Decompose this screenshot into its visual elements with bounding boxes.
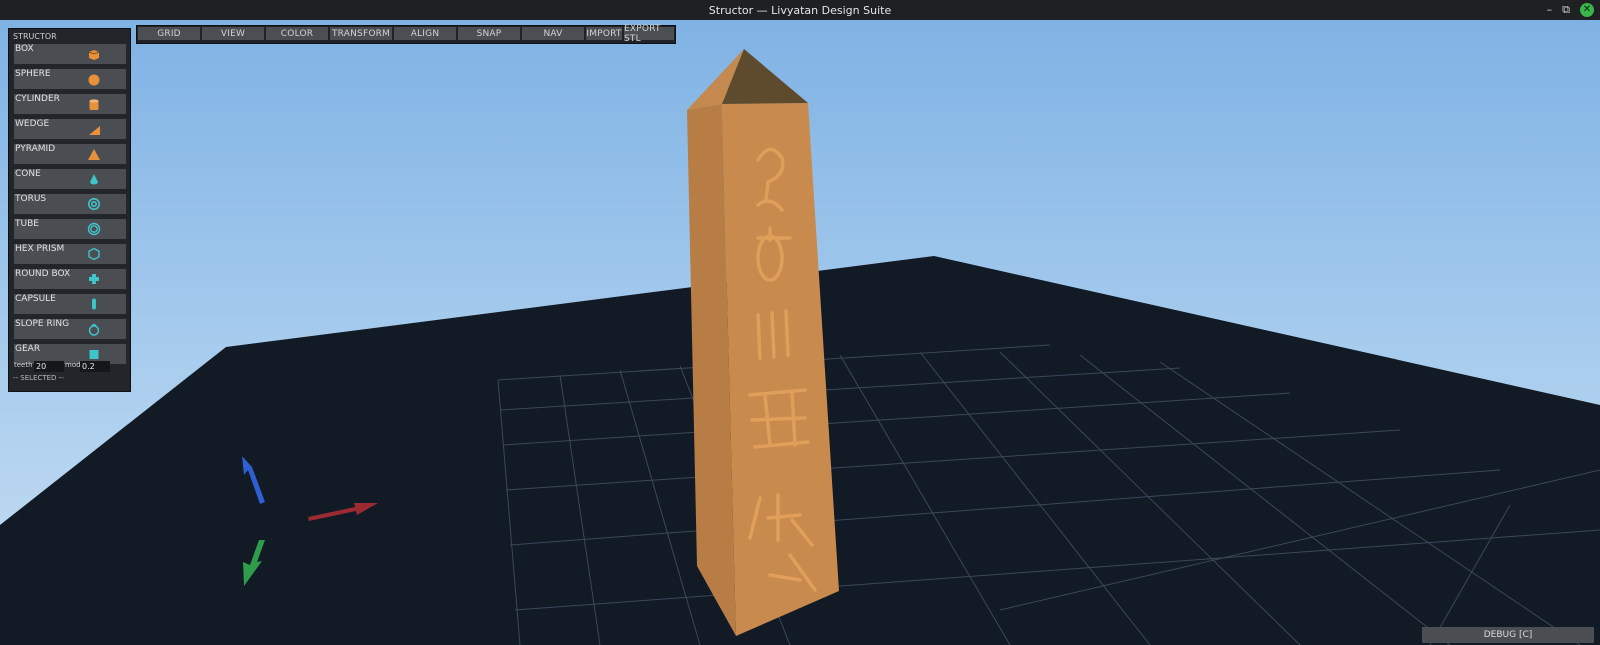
cone-icon: [90, 174, 98, 185]
maximize-icon[interactable]: ⧉: [1562, 3, 1570, 17]
close-icon[interactable]: ✕: [1580, 3, 1594, 17]
tool-label: CYLINDER: [15, 94, 60, 104]
capsule-icon: [92, 298, 96, 310]
toolbar-export-stl-button[interactable]: EXPORT STL: [624, 24, 674, 44]
structor-panel: STRUCTOR BOX SPHERE CYLINDER WEDGE PYRAM…: [8, 28, 131, 392]
tool-tube-button[interactable]: TUBE: [14, 219, 126, 239]
tool-label: CONE: [15, 169, 41, 179]
mod-input[interactable]: 0.2: [80, 361, 110, 372]
toolbar-transform-button[interactable]: TRANSFORM: [330, 27, 392, 40]
tool-slope-ring-button[interactable]: SLOPE RING: [14, 319, 126, 339]
slope-ring-icon: [88, 323, 100, 336]
tool-box-button[interactable]: BOX: [14, 44, 126, 64]
round-box-icon: [89, 274, 99, 284]
toolbar-view-button[interactable]: VIEW: [202, 27, 264, 40]
tool-label: TORUS: [15, 194, 47, 204]
mod-label: mod: [65, 361, 81, 369]
window-title: Structor — Livyatan Design Suite: [708, 3, 892, 17]
tool-hex-prism-button[interactable]: HEX PRISM: [14, 244, 126, 264]
cylinder-icon: [89, 99, 99, 110]
tool-round-box-button[interactable]: ROUND BOX: [14, 269, 126, 289]
tool-torus-button[interactable]: TORUS: [14, 194, 126, 214]
hex-prism-icon: [88, 247, 100, 261]
3d-viewport[interactable]: [0, 20, 1600, 645]
tool-label: TUBE: [15, 219, 39, 229]
tool-cone-button[interactable]: CONE: [14, 169, 126, 189]
minimize-icon[interactable]: –: [1547, 3, 1553, 17]
box-icon: [88, 50, 100, 60]
tool-label: SLOPE RING: [15, 319, 70, 329]
toolbar-color-button[interactable]: COLOR: [266, 27, 328, 40]
tool-cylinder-button[interactable]: CYLINDER: [14, 94, 126, 114]
sphere-icon: [88, 74, 100, 86]
tool-label: WEDGE: [15, 119, 50, 129]
toolbar-nav-button[interactable]: NAV: [522, 27, 584, 40]
wedge-icon: [89, 126, 100, 135]
window-controls: – ⧉ ✕: [1547, 3, 1594, 17]
tool-label: BOX: [15, 44, 34, 54]
tool-label: GEAR: [15, 344, 41, 354]
toolbar-snap-button[interactable]: SNAP: [458, 27, 520, 40]
tool-label: PYRAMID: [15, 144, 56, 154]
toolbar-grid-button[interactable]: GRID: [138, 27, 200, 40]
tool-label: SPHERE: [15, 69, 51, 79]
tool-pyramid-button[interactable]: PYRAMID: [14, 144, 126, 164]
pyramid-icon: [88, 149, 100, 160]
tool-sphere-button[interactable]: SPHERE: [14, 69, 126, 89]
teeth-input[interactable]: 20: [34, 361, 64, 372]
scene-canvas[interactable]: [0, 20, 1600, 645]
selected-label: -- SELECTED --: [13, 374, 64, 382]
gear-icon: [89, 350, 99, 359]
tool-wedge-button[interactable]: WEDGE: [14, 119, 126, 139]
window-titlebar: Structor — Livyatan Design Suite – ⧉ ✕: [0, 0, 1600, 20]
toolbar-align-button[interactable]: ALIGN: [394, 27, 456, 40]
tool-label: ROUND BOX: [15, 269, 71, 279]
debug-button[interactable]: DEBUG [C]: [1422, 627, 1594, 643]
tool-capsule-button[interactable]: CAPSULE: [14, 294, 126, 314]
panel-title: STRUCTOR: [13, 32, 57, 41]
tool-label: CAPSULE: [15, 294, 56, 304]
tube-icon: [87, 222, 101, 236]
toolbar-import-button[interactable]: IMPORT: [586, 27, 622, 40]
teeth-label: teeth: [14, 361, 33, 369]
torus-icon: [88, 198, 100, 210]
tool-label: HEX PRISM: [15, 244, 65, 254]
top-toolbar: GRID VIEW COLOR TRANSFORM ALIGN SNAP NAV…: [136, 24, 676, 44]
